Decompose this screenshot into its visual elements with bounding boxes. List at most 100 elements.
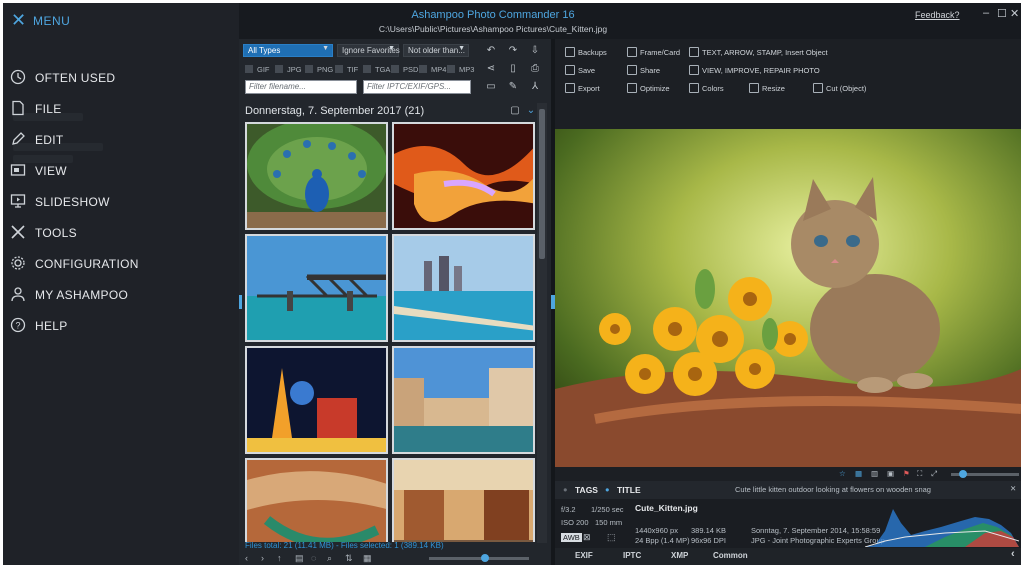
view-improve-button[interactable]: VIEW, IMPROVE, REPAIR PHOTO [689,65,820,75]
tab-exif[interactable]: EXIF [575,551,593,560]
frame-icon: ⬚ [607,532,616,542]
thumbnail-bridge[interactable] [245,234,388,342]
flag-icon[interactable]: ⚑ [903,469,910,478]
menu-item-tools[interactable]: TOOLS [3,220,239,246]
view-mode-icon[interactable]: ▦ [363,553,372,564]
resize-button[interactable]: Resize [749,83,785,93]
grid-icon[interactable]: ▤ [295,553,304,564]
document-icon[interactable]: ▯ [507,63,519,75]
zoom-slider[interactable] [951,470,1019,478]
thumbnail-scrollbar[interactable] [537,103,547,543]
share-icon[interactable]: ⋖ [485,63,497,75]
backups-button[interactable]: Backups [565,47,607,57]
maximize-button[interactable]: ☐ [997,7,1007,20]
rotate-left-icon[interactable]: ↶ [485,45,497,57]
format-checkbox-jpg[interactable]: JPG [275,65,302,75]
import-icon[interactable]: ⇩ [529,45,541,57]
archive-icon[interactable]: ▭ [485,81,497,93]
filename-filter-input[interactable]: Filter filename... [245,80,357,94]
edit-icon[interactable]: ✎ [507,81,519,93]
tag-title-bar: ● TAGS ● TITLE Cute little kitten outdoo… [555,481,1021,499]
export-button[interactable]: Export [565,83,600,93]
format-checkbox-gif[interactable]: GIF [245,65,270,75]
text-arrow-stamp-button[interactable]: TEXT, ARROW, STAMP, Insert Object [689,47,828,57]
menu-divider-handle[interactable] [239,295,242,309]
menu-item-slideshow[interactable]: SLIDESHOW [3,189,239,215]
cut-object-button[interactable]: Cut (Object) [813,83,866,93]
compare-icon[interactable]: ▥ [871,469,878,478]
fit-icon[interactable]: ⛶ [917,469,922,479]
back-icon[interactable]: ‹ [245,553,248,563]
tags-tab[interactable]: TAGS [575,485,598,495]
menu-item-configuration[interactable]: CONFIGURATION [3,251,239,277]
title-value[interactable]: Cute little kitten outdoor looking at fl… [735,485,931,494]
thumbnail-antelope-canyon[interactable] [392,122,535,230]
thumbnail-venice[interactable] [392,346,535,454]
scrollbar-thumb[interactable] [539,109,545,259]
format-checkbox-mp3[interactable]: MP3 [447,65,474,75]
title-tab[interactable]: TITLE [617,485,641,495]
print-icon[interactable]: ⎙ [529,63,541,75]
select-group-checkbox[interactable]: ▢ [509,105,521,117]
search-icon[interactable]: ⌕ [327,553,332,564]
colors-button[interactable]: Colors [689,83,724,93]
frame-card-button[interactable]: Frame/Card [627,47,680,57]
pdf-icon[interactable]: ⅄ [529,81,541,93]
thumbnail-peacock[interactable] [245,122,388,230]
format-checkbox-tif[interactable]: TIF [335,65,358,75]
close-tagbar-icon[interactable]: ✕ [1010,484,1016,493]
menu-item-often-used[interactable]: OFTEN USED [3,65,239,91]
menu-item-view[interactable]: VIEW [3,158,239,184]
favorites-filter-select[interactable]: Ignore Favorites ▼ [337,44,400,57]
thumbnail-skyline-beach[interactable] [392,234,535,342]
divider-handle[interactable] [551,295,555,309]
iptc-filter-input[interactable]: Filter IPTC/EXIF/GPS... [363,80,471,94]
fullscreen-icon[interactable]: ⤢ [931,469,937,479]
cut-object-label: Cut (Object) [826,84,867,93]
collapse-group-icon[interactable]: ⌄ [525,105,537,117]
tab-xmp[interactable]: XMP [671,551,688,560]
share-button[interactable]: Share [627,65,660,75]
type-filter-value: All Types [248,46,281,55]
canyon-image [394,124,533,228]
favorite-star-icon[interactable]: ☆ [839,469,846,478]
kitten-photo [555,129,1021,467]
forward-icon[interactable]: › [261,553,264,563]
histogram [865,509,1019,547]
zoom-knob[interactable] [959,470,967,478]
collapse-panel-icon[interactable]: ‹ [1011,548,1015,560]
minimize-button[interactable]: – [983,7,989,19]
format-checkbox-tga[interactable]: TGA [363,65,390,75]
feedback-link[interactable]: Feedback? [915,10,960,20]
image-viewer[interactable] [555,129,1021,467]
menu-item-file[interactable]: FILE [3,96,239,122]
pencil-icon [12,132,25,145]
close-button[interactable]: ✕ [1010,7,1019,20]
menu-item-edit[interactable]: EDIT [3,127,239,153]
thumbnail-canyon-river[interactable] [245,458,388,542]
slider-knob[interactable] [481,554,489,562]
sort-icon[interactable]: ⇅ [345,553,353,564]
menu-item-help[interactable]: ? HELP [3,313,239,339]
thumbnail-size-slider[interactable] [429,554,529,562]
menu-toggle[interactable]: ✕ MENU [3,9,203,35]
up-icon[interactable]: ↑ [277,553,282,563]
date-group-header: Donnerstag, 7. September 2017 (21) [245,105,425,117]
menu-item-my-ashampoo[interactable]: MY ASHAMPOO [3,282,239,308]
tab-iptc[interactable]: IPTC [623,551,641,560]
thumbnail-market-street[interactable] [392,458,535,542]
save-button[interactable]: Save [565,65,595,75]
age-filter-select[interactable]: Not older than... ▼ [403,44,469,57]
format-checkbox-psd[interactable]: PSD [391,65,418,75]
refresh-icon[interactable]: ◌ [311,553,316,563]
tab-common[interactable]: Common [713,551,748,560]
thumbnail-las-vegas[interactable] [245,346,388,454]
type-filter-select[interactable]: All Types ▼ [243,44,333,57]
format-checkbox-mp4[interactable]: MP4 [419,65,446,75]
optimize-button[interactable]: Optimize [627,83,670,93]
crop-icon[interactable]: ▣ [887,469,894,478]
format-checkbox-png[interactable]: PNG [305,65,333,75]
menu-label: MENU [33,14,71,28]
grid-icon[interactable]: ▦ [855,469,862,478]
rotate-right-icon[interactable]: ↷ [507,45,519,57]
